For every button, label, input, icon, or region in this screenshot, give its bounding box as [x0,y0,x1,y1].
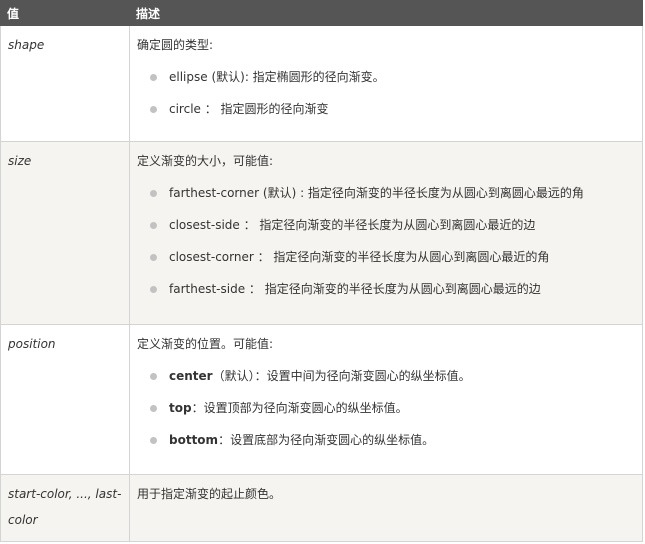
option-list: center（默认）：设置中间为径向渐变圆心的纵坐标值。 top：设置顶部为径向… [137,367,636,449]
row-intro: 定义渐变的位置。可能值: [137,337,274,351]
item-keyword: top [169,401,192,415]
row-key: size [0,141,130,325]
list-item: top：设置顶部为径向渐变圆心的纵坐标值。 [137,399,636,417]
row-description: 确定圆的类型: ellipse (默认): 指定椭圆形的径向渐变。 circle… [129,25,643,142]
row-intro: 定义渐变的大小，可能值: [137,154,274,168]
row-description: 定义渐变的大小，可能值: farthest-corner (默认) : 指定径向… [129,141,643,325]
item-text: farthest-corner (默认) : 指定径向渐变的半径长度为从圆心到离… [169,186,584,200]
list-item: closest-corner ： 指定径向渐变的半径长度为从圆心到离圆心最近的角 [137,248,636,266]
list-item: closest-side ： 指定径向渐变的半径长度为从圆心到离圆心最近的边 [137,216,636,234]
header-value: 值 [0,0,130,26]
item-text: closest-corner ： 指定径向渐变的半径长度为从圆心到离圆心最近的角 [169,250,550,264]
item-text: circle ： 指定圆形的径向渐变 [169,102,329,116]
row-key: start-color, ..., last-color [0,474,130,542]
list-item: center（默认）：设置中间为径向渐变圆心的纵坐标值。 [137,367,636,385]
list-item: ellipse (默认): 指定椭圆形的径向渐变。 [137,68,636,86]
row-description: 定义渐变的位置。可能值: center（默认）：设置中间为径向渐变圆心的纵坐标值… [129,324,643,475]
row-description: 用于指定渐变的起止颜色。 [129,474,643,542]
row-intro: 确定圆的类型: [137,38,214,52]
row-key: position [0,324,130,475]
list-item: bottom：设置底部为径向渐变圆心的纵坐标值。 [137,431,636,449]
list-item: farthest-corner (默认) : 指定径向渐变的半径长度为从圆心到离… [137,184,636,202]
option-list: ellipse (默认): 指定椭圆形的径向渐变。 circle ： 指定圆形的… [137,68,636,118]
item-text: ：设置顶部为径向渐变圆心的纵坐标值。 [191,401,408,415]
table-row-size: size 定义渐变的大小，可能值: farthest-corner (默认) :… [0,141,643,325]
row-intro: 用于指定渐变的起止颜色。 [137,487,282,501]
item-keyword: bottom [169,433,219,447]
value-description-table: 值 描述 shape 确定圆的类型: ellipse (默认): 指定椭圆形的径… [0,0,643,542]
item-text: ：设置底部为径向渐变圆心的纵坐标值。 [218,433,435,447]
item-keyword: center [169,369,213,383]
item-text: ellipse (默认): 指定椭圆形的径向渐变。 [169,70,385,84]
table-row-shape: shape 确定圆的类型: ellipse (默认): 指定椭圆形的径向渐变。 … [0,25,643,142]
row-key: shape [0,25,130,142]
header-description: 描述 [129,0,643,26]
item-text: closest-side ： 指定径向渐变的半径长度为从圆心到离圆心最近的边 [169,218,536,232]
item-text: （默认）：设置中间为径向渐变圆心的纵坐标值。 [212,369,471,383]
item-text: farthest-side ： 指定径向渐变的半径长度为从圆心到离圆心最远的边 [169,282,541,296]
option-list: farthest-corner (默认) : 指定径向渐变的半径长度为从圆心到离… [137,184,636,298]
table-row-color: start-color, ..., last-color 用于指定渐变的起止颜色… [0,474,643,542]
list-item: farthest-side ： 指定径向渐变的半径长度为从圆心到离圆心最远的边 [137,280,636,298]
table-row-position: position 定义渐变的位置。可能值: center（默认）：设置中间为径向… [0,324,643,475]
table-header-row: 值 描述 [0,0,643,26]
list-item: circle ： 指定圆形的径向渐变 [137,100,636,118]
